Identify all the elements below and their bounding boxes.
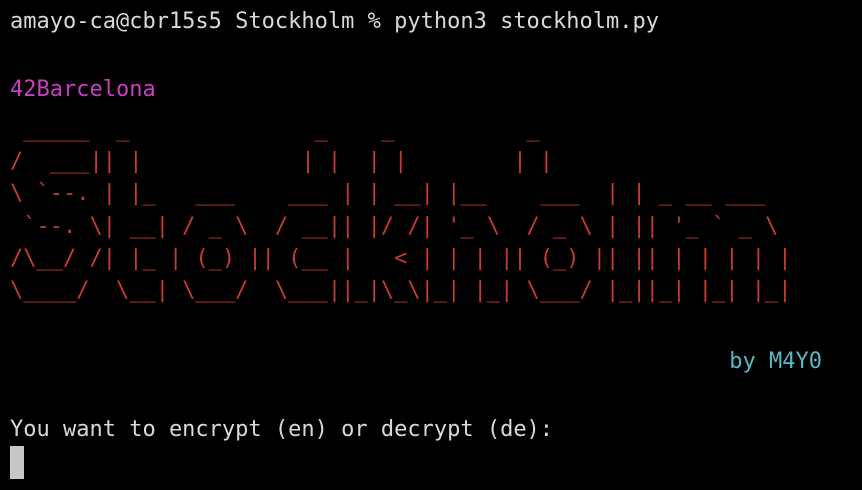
command-prompt-line: amayo-ca@cbr15s5 Stockholm % python3 sto… (10, 9, 660, 34)
terminal-window[interactable]: amayo-ca@cbr15s5 Stockholm % python3 sto… (0, 0, 862, 490)
author-byline: by M4Y0 (729, 349, 822, 374)
terminal-cursor[interactable] (10, 446, 24, 479)
brand-text: 42Barcelona (10, 77, 156, 102)
encrypt-decrypt-question: You want to encrypt (en) or decrypt (de)… (10, 417, 554, 442)
ascii-banner: _____ _ _ _ _ / ___|| | | | | | | | \ `-… (10, 117, 792, 304)
